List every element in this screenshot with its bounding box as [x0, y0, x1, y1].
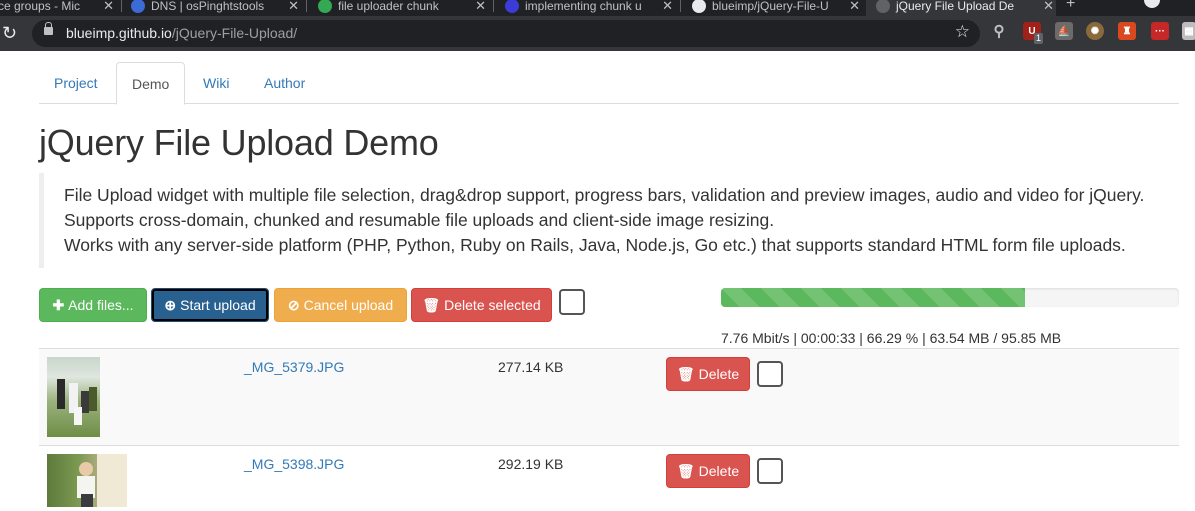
tab-author[interactable]: Author	[249, 62, 320, 104]
browser-tab[interactable]: DNS | osPinghtstools ✕	[131, 0, 301, 16]
progress-fill	[721, 288, 1025, 307]
new-tab-icon[interactable]: +	[1066, 0, 1075, 13]
file-row: _MG_5398.JPG 292.19 KB 🗑 Delete	[39, 445, 1179, 511]
site-favicon-icon	[505, 0, 519, 13]
github-favicon-icon	[692, 0, 706, 13]
select-all-checkbox[interactable]	[559, 289, 585, 315]
photo-thumbnail	[47, 357, 100, 437]
browser-toolbar: ↻ blueimp.github.io/jQuery-File-Upload/ …	[0, 16, 1195, 51]
lead-description: File Upload widget with multiple file se…	[39, 173, 1179, 268]
close-tab-icon[interactable]: ✕	[849, 0, 860, 14]
address-bar[interactable]: blueimp.github.io/jQuery-File-Upload/ ☆	[32, 20, 980, 47]
extension-icon[interactable]: ✺	[1086, 22, 1104, 40]
file-select-checkbox[interactable]	[757, 361, 783, 387]
extension-icon[interactable]: ♜	[1118, 22, 1136, 40]
photo-thumbnail	[47, 454, 127, 507]
extension-icon[interactable]: ▦	[1182, 22, 1195, 40]
chrome-favicon-icon	[318, 0, 332, 13]
profile-avatar[interactable]	[1144, 0, 1160, 8]
reload-icon[interactable]: ↻	[2, 23, 17, 43]
cancel-upload-button[interactable]: ⊘ Cancel upload	[274, 288, 407, 322]
progress-stats: 7.76 Mbit/s | 00:00:33 | 66.29 % | 63.54…	[721, 330, 1062, 346]
file-row: _MG_5379.JPG 277.14 KB 🗑 Delete	[39, 348, 1179, 445]
page-title: jQuery File Upload Demo	[39, 122, 439, 163]
extension-icon[interactable]: ···	[1151, 22, 1169, 40]
delete-file-button[interactable]: 🗑 Delete	[666, 357, 750, 391]
browser-tabstrip: ce groups - Mic ✕ DNS | osPinghtstools ✕…	[0, 0, 1195, 16]
delete-selected-button[interactable]: 🗑 Delete selected	[411, 288, 552, 322]
search-icon[interactable]: ⚲	[990, 22, 1008, 40]
file-preview[interactable]	[47, 454, 127, 507]
file-size: 292.19 KB	[498, 456, 564, 472]
extension-icon[interactable]: ⛵	[1055, 22, 1073, 40]
file-name-link[interactable]: _MG_5398.JPG	[244, 456, 344, 472]
site-favicon-icon	[131, 0, 145, 13]
upload-progress-bar	[721, 288, 1179, 307]
close-tab-icon[interactable]: ✕	[288, 0, 299, 14]
close-tab-icon[interactable]: ✕	[475, 0, 486, 14]
file-size: 277.14 KB	[498, 359, 564, 375]
ban-icon: ⊘	[287, 296, 300, 313]
url-text[interactable]: blueimp.github.io/jQuery-File-Upload/	[66, 25, 297, 41]
tab-demo[interactable]: Demo	[116, 62, 186, 105]
lock-icon[interactable]	[44, 22, 53, 35]
file-name-link[interactable]: _MG_5379.JPG	[244, 359, 344, 375]
tab-wiki[interactable]: Wiki	[188, 62, 244, 104]
lead-line: Supports cross-domain, chunked and resum…	[64, 210, 775, 230]
browser-tab[interactable]: blueimp/jQuery-File-U ✕	[692, 0, 862, 16]
browser-tab[interactable]: implementing chunk u ✕	[505, 0, 675, 16]
trash-icon: 🗑	[422, 296, 441, 313]
file-select-checkbox[interactable]	[757, 458, 783, 484]
close-tab-icon[interactable]: ✕	[662, 0, 673, 14]
add-files-button[interactable]: ✚ Add files...	[39, 288, 147, 322]
close-tab-icon[interactable]: ✕	[103, 0, 114, 14]
plus-icon: ✚	[52, 296, 65, 313]
close-tab-icon[interactable]: ✕	[1043, 0, 1054, 14]
file-preview[interactable]	[47, 357, 100, 437]
start-upload-button[interactable]: ⊕ Start upload	[151, 288, 269, 322]
lead-line: Works with any server-side platform (PHP…	[64, 235, 1126, 255]
lead-line: File Upload widget with multiple file se…	[64, 185, 1145, 205]
delete-file-button[interactable]: 🗑 Delete	[666, 454, 750, 488]
tab-project[interactable]: Project	[39, 62, 113, 104]
browser-tab[interactable]: ce groups - Mic ✕	[0, 0, 116, 16]
upload-circle-icon: ⊕	[164, 296, 177, 313]
bookmark-star-icon[interactable]: ☆	[955, 22, 970, 42]
browser-tab[interactable]: file uploader chunk ✕	[318, 0, 488, 16]
trash-icon: 🗑	[676, 462, 695, 479]
loading-favicon-icon	[876, 0, 890, 13]
extension-badge: 1	[1034, 33, 1044, 44]
trash-icon: 🗑	[676, 365, 695, 382]
browser-tab-active[interactable]: jQuery File Upload De ✕	[866, 0, 1056, 16]
nav-tabs: Project Demo Wiki Author	[39, 62, 1179, 105]
